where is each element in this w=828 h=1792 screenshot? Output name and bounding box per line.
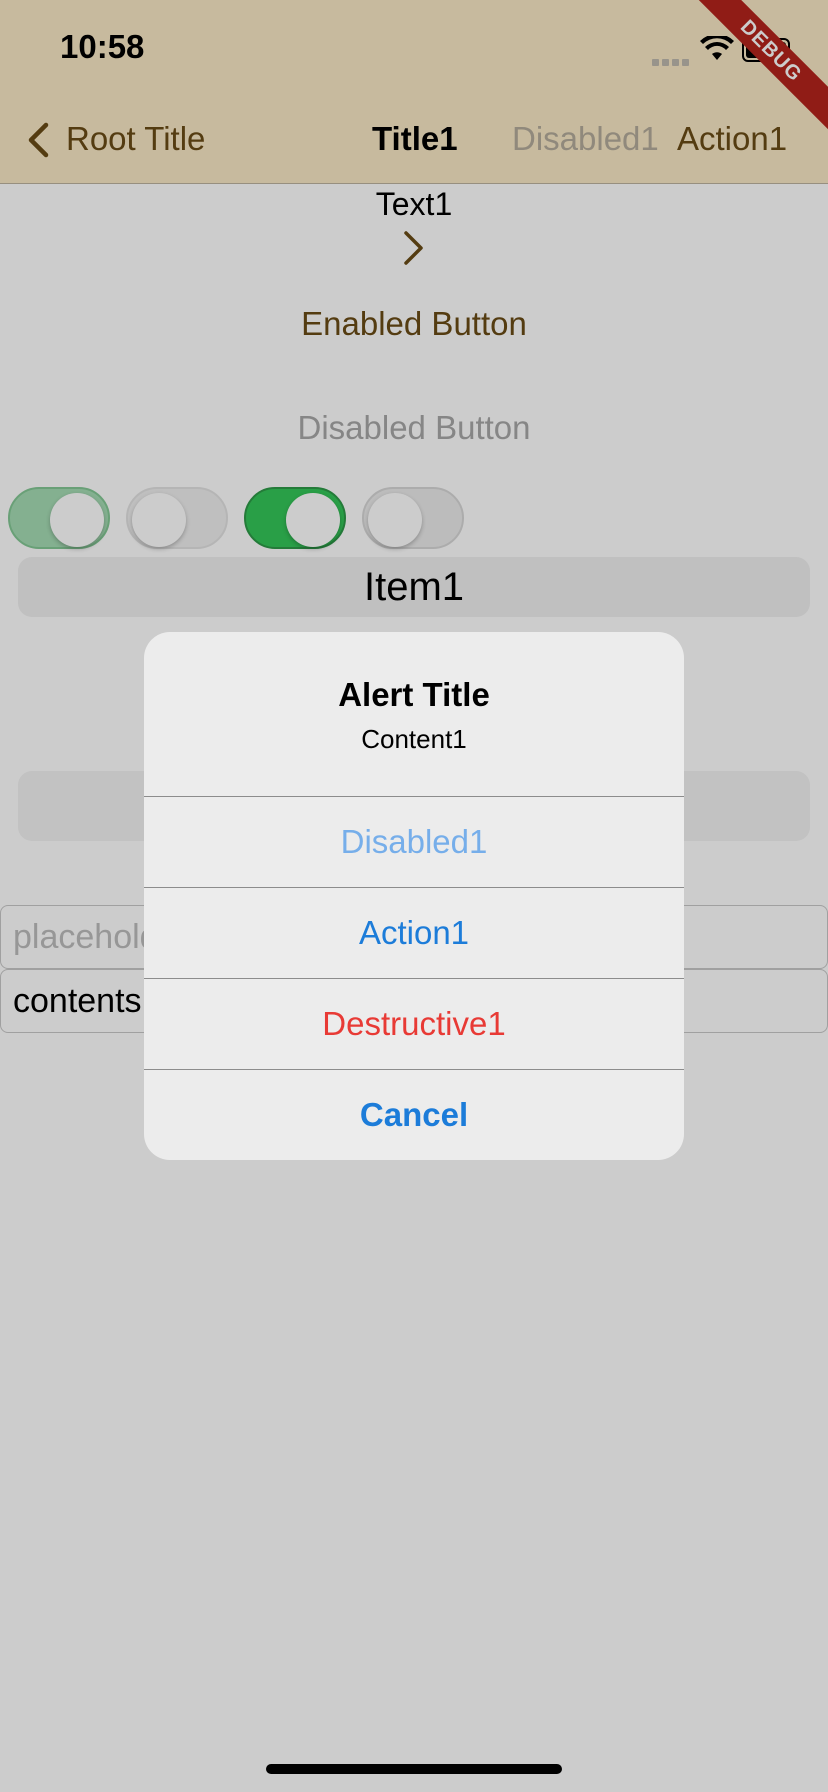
alert-title: Alert Title (338, 676, 490, 713)
alert-action-button[interactable]: Action1 (144, 887, 684, 978)
alert-cancel-button[interactable]: Cancel (144, 1069, 684, 1160)
home-indicator[interactable] (266, 1764, 562, 1774)
app-screen: 10:58 DEBUG Root Title Title1 Disabled1 … (0, 0, 828, 1792)
alert-disabled-button: Disabled1 (144, 796, 684, 887)
alert-destructive-button[interactable]: Destructive1 (144, 978, 684, 1069)
alert-content: Content1 (361, 724, 467, 754)
alert-dialog: Alert Title Content1 Disabled1 Action1 D… (144, 632, 684, 1160)
